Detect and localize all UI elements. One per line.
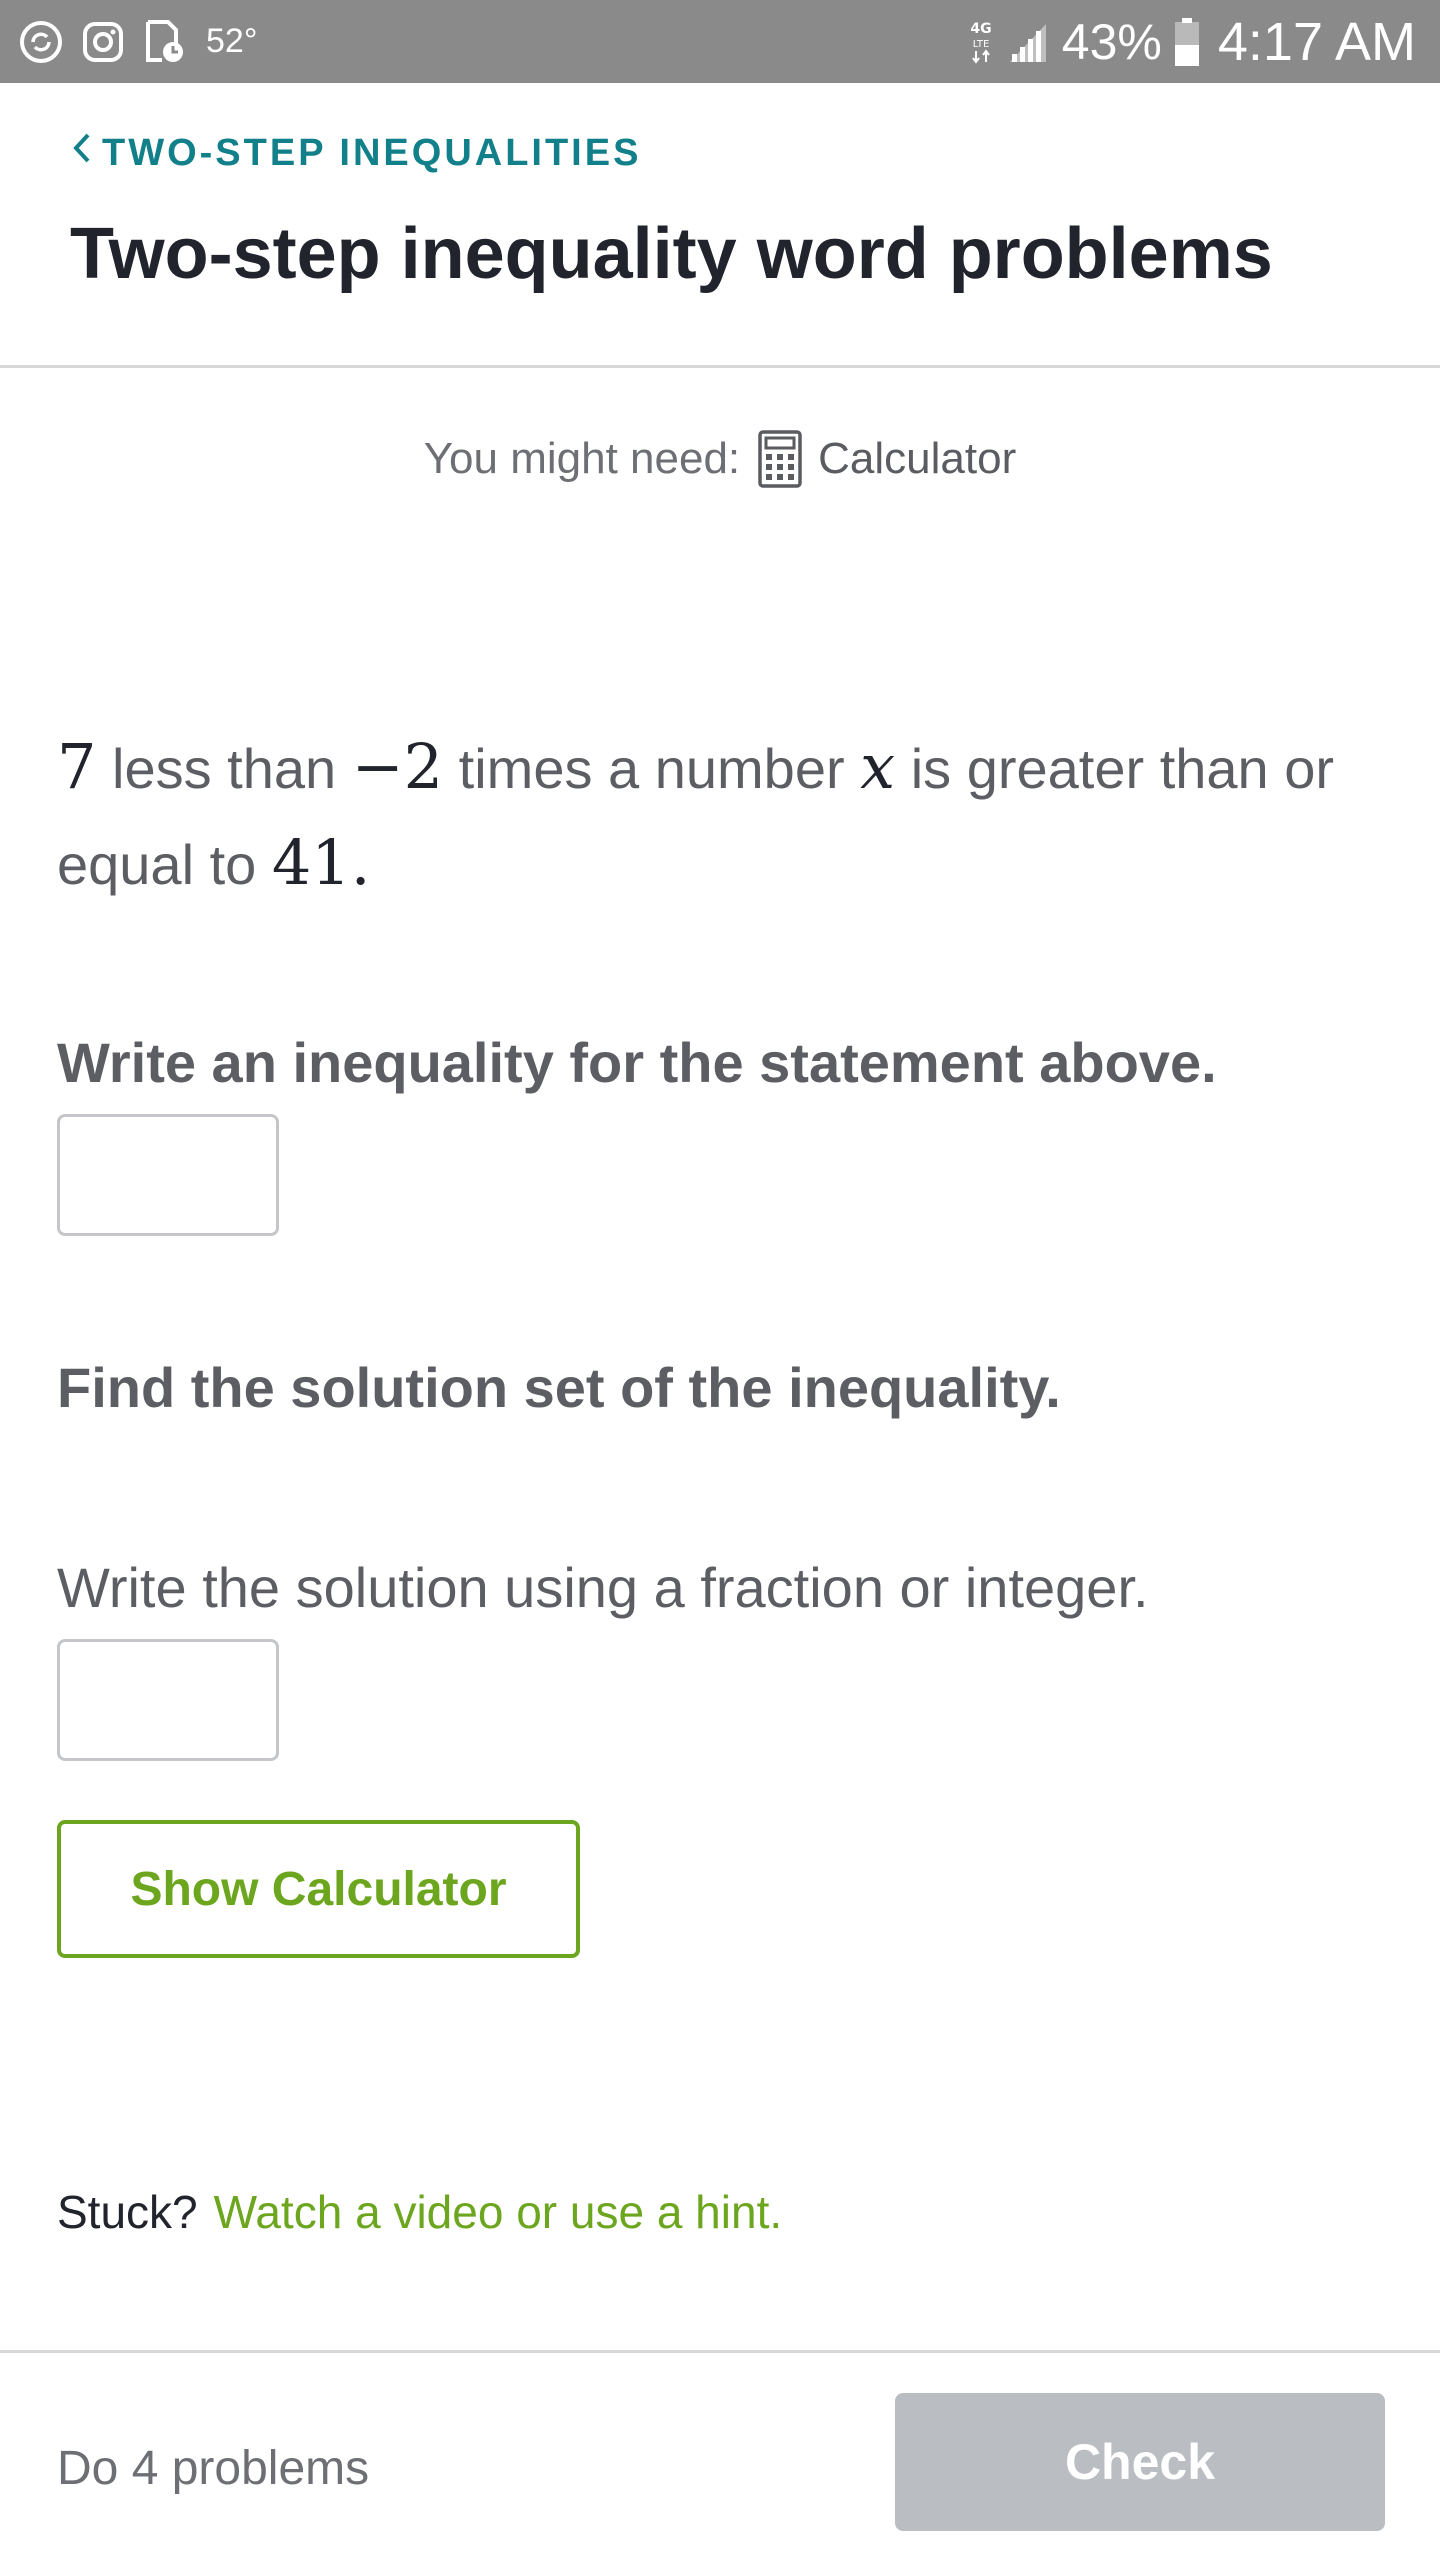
math-number: 41 bbox=[271, 826, 351, 899]
problem-statement: 7 less than −2 times a number x is great… bbox=[57, 720, 1387, 912]
inequality-answer-input[interactable] bbox=[57, 1114, 279, 1236]
problem-text: times a number bbox=[443, 737, 861, 800]
question-solution-prompt: Find the solution set of the inequality. bbox=[57, 1356, 1061, 1419]
math-number: −2 bbox=[351, 730, 444, 803]
instagram-icon bbox=[82, 21, 124, 63]
status-bar-left: 52° bbox=[18, 0, 257, 83]
math-number: 7 bbox=[57, 730, 97, 803]
help-row: Stuck? Watch a video or use a hint. bbox=[57, 2185, 782, 2239]
calculator-icon bbox=[758, 430, 802, 488]
hint-link[interactable]: Watch a video or use a hint. bbox=[214, 2186, 783, 2238]
svg-text:LTE: LTE bbox=[972, 39, 989, 50]
exercise-header: TWO-STEP INEQUALITIES Two-step inequalit… bbox=[0, 83, 1440, 368]
math-variable: x bbox=[860, 730, 896, 803]
status-bar: 52° 4G LTE 43% 4:17 AM bbox=[0, 0, 1440, 83]
tool-name: Calculator bbox=[818, 434, 1017, 483]
breadcrumb-label: TWO-STEP INEQUALITIES bbox=[102, 131, 642, 174]
tools-label: You might need: bbox=[423, 434, 741, 483]
svg-text:4G: 4G bbox=[970, 21, 991, 37]
sync-icon bbox=[18, 19, 64, 65]
breadcrumb-back-link[interactable]: TWO-STEP INEQUALITIES bbox=[70, 131, 641, 175]
show-calculator-button[interactable]: Show Calculator bbox=[57, 1820, 580, 1958]
solution-instruction: Write the solution using a fraction or i… bbox=[57, 1556, 1149, 1619]
tools-needed: You might need: Calculator bbox=[0, 430, 1440, 488]
status-bar-right: 4G LTE 43% 4:17 AM bbox=[968, 0, 1416, 83]
progress-text: Do 4 problems bbox=[57, 2442, 370, 2495]
exercise-footer: Do 4 problems Check bbox=[0, 2350, 1440, 2560]
battery-percent: 43% bbox=[1061, 13, 1162, 70]
temperature: 52° bbox=[206, 22, 258, 60]
math-punctuation: . bbox=[350, 826, 371, 899]
page-title: Two-step inequality word problems bbox=[70, 214, 1273, 294]
clock-time: 4:17 AM bbox=[1217, 11, 1416, 72]
battery-icon bbox=[1174, 17, 1200, 67]
problem-text: less than bbox=[96, 737, 352, 800]
question-inequality-prompt: Write an inequality for the statement ab… bbox=[57, 1031, 1217, 1094]
stuck-label: Stuck? bbox=[57, 2186, 198, 2238]
chevron-left-icon bbox=[70, 131, 94, 175]
signal-icon bbox=[1006, 20, 1050, 64]
check-button[interactable]: Check bbox=[895, 2393, 1385, 2531]
lte-icon: 4G LTE bbox=[968, 17, 994, 67]
clock-file-icon bbox=[142, 19, 186, 65]
solution-answer-input[interactable] bbox=[57, 1639, 279, 1761]
